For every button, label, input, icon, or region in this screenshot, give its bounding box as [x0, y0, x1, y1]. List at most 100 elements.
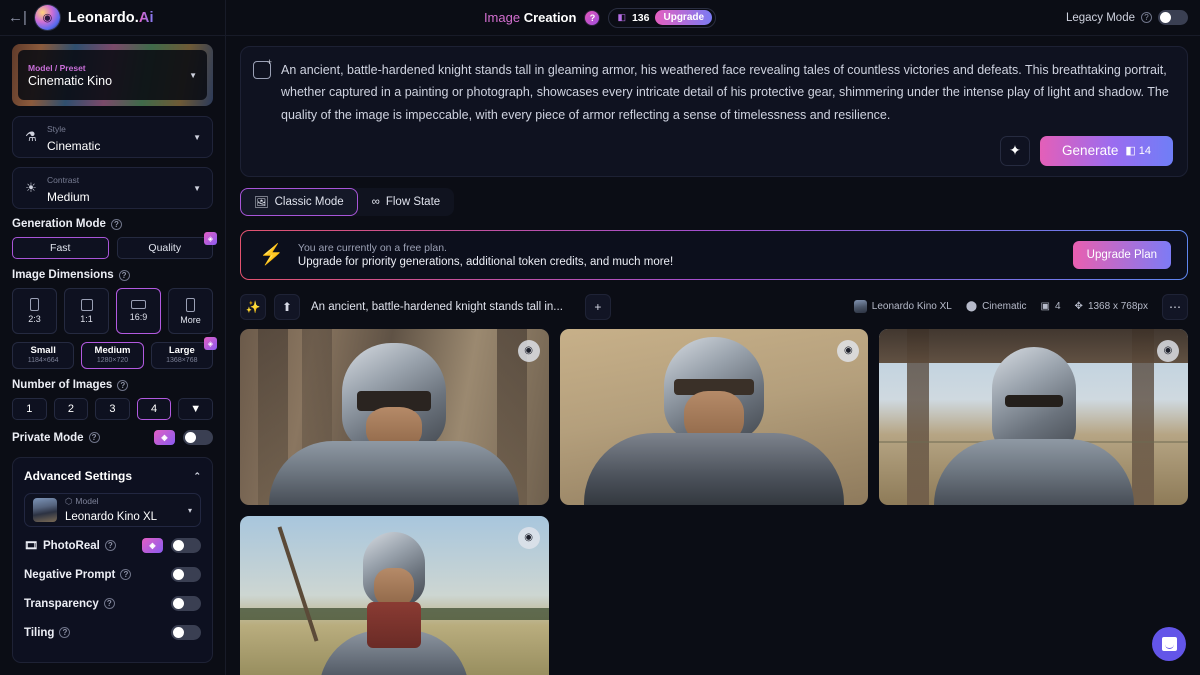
prompt-enhance-icon[interactable]: ✦	[1000, 135, 1031, 166]
transparency-help-icon[interactable]: ?	[103, 598, 115, 609]
tiling-label: Tiling	[24, 626, 55, 639]
aspect-ratio-16-9[interactable]: 16:9	[116, 288, 161, 334]
result-card[interactable]: ◉	[240, 515, 549, 675]
chevron-down-icon[interactable]: ▼	[189, 71, 197, 80]
banner-line-1: You are currently on a free plan.	[297, 241, 447, 254]
generate-button[interactable]: Generate ◧ 14	[1040, 135, 1173, 166]
aspect-ratio-more[interactable]: More	[168, 288, 213, 334]
images-count-2[interactable]: 2	[53, 398, 89, 420]
mode-tabs: 🖼 Classic Mode ∞ Flow State	[240, 187, 455, 216]
preview-eye-icon[interactable]: ◉	[517, 339, 540, 362]
number-of-images-title: Number of Images	[12, 379, 113, 391]
aspect-ratio-16-9-label: 16:9	[129, 312, 148, 322]
advanced-settings-title: Advanced Settings	[24, 469, 133, 483]
leonardo-ai-app: ←| ◉ Leonardo.Ai Image Creation ? ◧ 136 …	[0, 0, 1200, 675]
photoreal-help-icon[interactable]: ?	[104, 540, 116, 551]
model-preset-value: Cinematic Kino	[28, 73, 113, 88]
aspect-ratio-options: 2:3 1:1 16:9 More	[12, 288, 213, 334]
advanced-settings-header[interactable]: Advanced Settings ⌃	[24, 469, 201, 483]
chevron-down-icon[interactable]: ▾	[188, 506, 192, 515]
image-dimensions-help-icon[interactable]: ?	[118, 269, 130, 281]
size-medium[interactable]: Medium 1280×720	[81, 342, 144, 369]
cube-icon: ⬡	[65, 495, 73, 506]
toggle-knob	[173, 598, 184, 609]
size-small[interactable]: Small 1184×664	[12, 342, 75, 369]
prompt-input[interactable]: An ancient, battle-hardened knight stand…	[281, 59, 1173, 126]
photoreal-toggle[interactable]	[171, 538, 201, 553]
tab-classic-mode[interactable]: 🖼 Classic Mode	[240, 187, 358, 216]
preview-eye-icon[interactable]: ◉	[517, 526, 540, 549]
toggle-knob	[173, 540, 184, 551]
legacy-mode-toggle[interactable]	[1158, 10, 1188, 25]
image-icon: 🖼	[254, 196, 269, 209]
generation-mode-quality[interactable]: Quality ◈	[116, 232, 217, 259]
images-count-more[interactable]: ▼	[178, 398, 213, 420]
upload-icon[interactable]: ⬆	[274, 293, 300, 320]
negative-prompt-toggle[interactable]	[171, 567, 201, 582]
images-count-1[interactable]: 1	[12, 398, 47, 420]
generation-mode-fast[interactable]: Fast	[12, 237, 109, 259]
generated-image	[240, 515, 549, 675]
size-large[interactable]: Large 1368×768 ◈	[150, 337, 217, 369]
model-preset-label: Model / Preset	[28, 62, 86, 73]
help-icon[interactable]: ?	[584, 9, 601, 26]
chat-support-icon[interactable]	[1152, 627, 1186, 661]
toggle-knob	[173, 569, 184, 580]
generation-mode-help-icon[interactable]: ?	[110, 218, 122, 230]
chat-bubble-glyph	[1161, 637, 1177, 651]
chevron-down-icon[interactable]: ▼	[193, 184, 201, 193]
legacy-help-icon[interactable]: ?	[1141, 12, 1152, 23]
tab-flow-state[interactable]: ∞ Flow State	[358, 188, 455, 216]
chevron-down-icon[interactable]: ▼	[193, 133, 201, 142]
generation-toolbar: ✨ ⬆ An ancient, battle-hardened knight s…	[240, 293, 1188, 320]
banner-line-2: Upgrade for priority generations, additi…	[297, 255, 674, 268]
tiling-toggle[interactable]	[171, 625, 201, 640]
aspect-ratio-1-1[interactable]: 1:1	[64, 288, 109, 334]
size-small-dims: 1184×664	[27, 356, 59, 364]
images-count-4[interactable]: 4	[136, 398, 172, 420]
chevron-up-icon[interactable]: ⌃	[193, 471, 201, 482]
model-preset-inner: Model / Preset Cinematic Kino ▼	[18, 50, 207, 100]
tab-flow-state-label: Flow State	[385, 195, 441, 208]
token-balance[interactable]: ◧ 136 Upgrade	[608, 7, 717, 28]
preview-eye-icon[interactable]: ◉	[837, 339, 860, 362]
generation-mode-options: Fast Quality ◈	[12, 232, 217, 259]
upgrade-plan-button[interactable]: Upgrade Plan	[1072, 240, 1171, 269]
private-mode-toggle[interactable]	[183, 430, 213, 445]
square-rect-icon	[80, 298, 93, 311]
banner-texts: You are currently on a free plan. Upgrad…	[298, 242, 673, 268]
negative-prompt-help-icon[interactable]: ?	[120, 569, 132, 580]
collapse-sidebar-icon[interactable]: ←|	[8, 10, 27, 25]
add-image-icon[interactable]	[253, 57, 272, 79]
preview-eye-icon[interactable]: ◉	[1156, 339, 1179, 362]
generation-mode-title: Generation Mode	[12, 218, 106, 230]
results-grid-row-2: ◉	[240, 515, 1188, 675]
resize-icon: ✥	[1074, 301, 1083, 313]
model-preset-selector[interactable]: Model / Preset Cinematic Kino ▼	[12, 44, 213, 106]
result-card[interactable]: ◉	[240, 328, 549, 505]
private-mode-help-icon[interactable]: ?	[88, 432, 100, 443]
generation-prompt-preview: An ancient, battle-hardened knight stand…	[311, 300, 563, 313]
style-selector[interactable]: ⚗ Style Cinematic ▼	[12, 116, 213, 158]
more-options-icon[interactable]: ⋯	[1162, 293, 1188, 320]
add-icon[interactable]: +	[584, 293, 611, 320]
magic-wand-icon[interactable]: ✨	[240, 293, 266, 320]
aspect-ratio-2-3[interactable]: 2:3	[12, 288, 57, 334]
contrast-selector[interactable]: ☀ Contrast Medium ▼	[12, 167, 213, 209]
meta-count: ▣ 4	[1041, 301, 1061, 312]
flask-icon: ⚗	[25, 129, 37, 144]
photoreal-icon: 🎞	[24, 540, 38, 552]
advanced-model-selector[interactable]: ⬡ Model Leonardo Kino XL ▾	[24, 493, 201, 527]
lightning-bolt-icon: ⚡	[259, 244, 284, 267]
result-card[interactable]: ◉	[559, 328, 869, 505]
premium-gem-icon: ◈	[203, 337, 217, 350]
app-body: Model / Preset Cinematic Kino ▼ ⚗ Style …	[0, 36, 1200, 675]
tiling-help-icon[interactable]: ?	[59, 627, 71, 638]
result-card[interactable]: ◉	[879, 328, 1188, 505]
transparency-toggle[interactable]	[171, 596, 201, 611]
number-of-images-help-icon[interactable]: ?	[117, 379, 129, 391]
size-medium-dims: 1280×720	[96, 356, 129, 364]
upgrade-button[interactable]: Upgrade	[655, 10, 713, 25]
premium-gem-icon: ◈	[204, 232, 217, 245]
images-count-3[interactable]: 3	[95, 398, 130, 420]
